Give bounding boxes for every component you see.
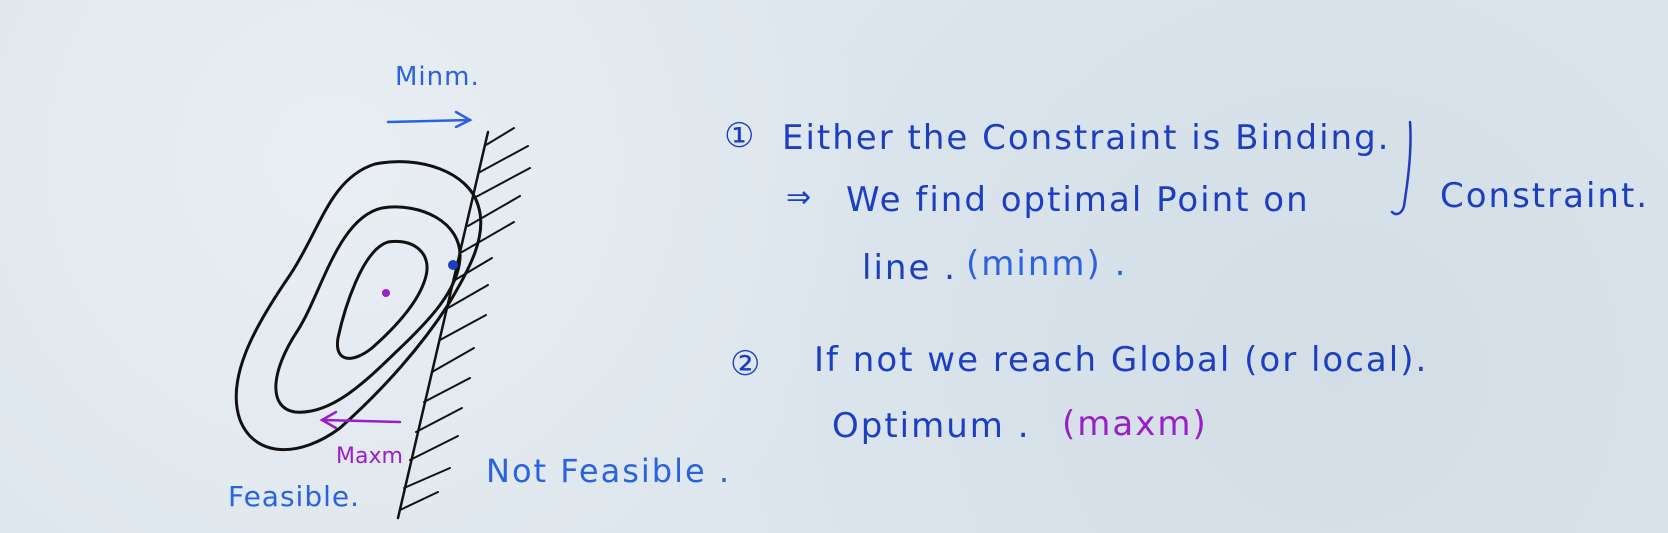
note-1-line2: line . [862, 248, 957, 288]
brace-bracket [1390, 120, 1412, 216]
min-direction-arrow [386, 110, 473, 129]
implies-arrow-icon: ⇒ [786, 180, 814, 215]
contour-middle [274, 205, 462, 414]
note-1-number: ① [724, 116, 757, 156]
not-feasible-region-label: Not Feasible . [486, 452, 731, 490]
note-1-minm-tag: (minm) . [966, 244, 1128, 284]
global-optimum-point [382, 289, 390, 297]
contour-inner [335, 239, 429, 360]
feasible-region-label: Feasible. [228, 480, 361, 513]
note-1-subtext: We find optimal Point on [846, 180, 1310, 220]
note-1-subtext-right: Constraint. [1440, 176, 1650, 216]
minm-label: Minm. [395, 62, 480, 92]
maxm-label: Maxm [336, 444, 403, 469]
contour-diagram [234, 110, 1412, 520]
max-direction-arrow [319, 410, 402, 430]
note-2-number: ② [730, 344, 763, 384]
note-2-maxm-tag: (maxm) [1062, 404, 1208, 444]
note-2-text: If not we reach Global (or local). [814, 340, 1429, 380]
contour-outer [234, 160, 483, 451]
note-1-text: Either the Constraint is Binding. [782, 118, 1391, 158]
note-2-line2: Optimum . [832, 406, 1031, 446]
constrained-optimum-point [448, 260, 458, 270]
